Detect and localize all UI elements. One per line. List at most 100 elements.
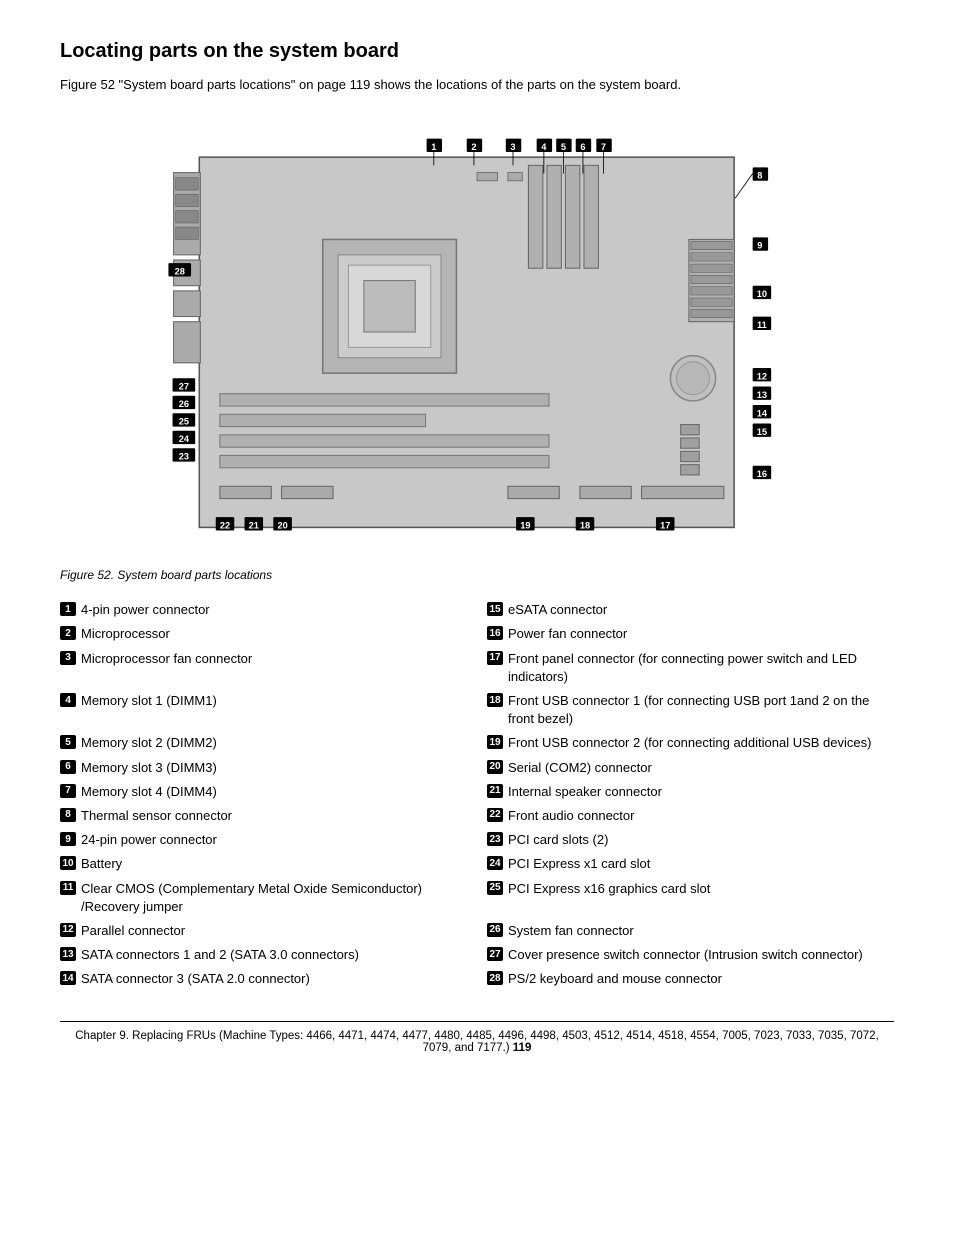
part-description: Front USB connector 1 (for connecting US… bbox=[508, 692, 894, 728]
svg-text:7: 7 bbox=[601, 142, 606, 152]
part-description: 24-pin power connector bbox=[81, 831, 217, 849]
part-item: 924-pin power connector bbox=[60, 828, 477, 852]
part-number: 22 bbox=[487, 808, 503, 822]
part-number: 8 bbox=[60, 808, 76, 822]
svg-text:20: 20 bbox=[277, 520, 287, 530]
part-item: 19 Front USB connector 2 (for connecting … bbox=[477, 731, 894, 755]
diagram-container: 1 2 3 4 5 6 7 8 28 27 26 25 bbox=[117, 116, 837, 558]
svg-text:11: 11 bbox=[757, 320, 767, 330]
part-item: 17 Front panel connector (for connecting … bbox=[477, 647, 894, 689]
part-description: Battery bbox=[81, 855, 122, 873]
page-title: Locating parts on the system board bbox=[60, 40, 894, 63]
svg-text:16: 16 bbox=[757, 469, 767, 479]
part-description: Memory slot 4 (DIMM4) bbox=[81, 783, 217, 801]
part-description: Power fan connector bbox=[508, 625, 627, 643]
part-item: 21 Internal speaker connector bbox=[477, 780, 894, 804]
part-description: Memory slot 2 (DIMM2) bbox=[81, 734, 217, 752]
part-description: SATA connector 3 (SATA 2.0 connector) bbox=[81, 970, 310, 988]
part-item: 18 Front USB connector 1 (for connecting … bbox=[477, 689, 894, 731]
svg-text:25: 25 bbox=[179, 417, 189, 427]
part-number: 11 bbox=[60, 881, 76, 895]
svg-text:9: 9 bbox=[757, 241, 762, 251]
part-number: 6 bbox=[60, 760, 76, 774]
part-number: 25 bbox=[487, 881, 503, 895]
part-item: 1 4-pin power connector bbox=[60, 598, 477, 622]
part-number: 19 bbox=[487, 735, 503, 749]
part-description: PCI card slots (2) bbox=[508, 831, 608, 849]
part-description: eSATA connector bbox=[508, 601, 607, 619]
part-number: 4 bbox=[60, 693, 76, 707]
part-item: 20 Serial (COM2) connector bbox=[477, 756, 894, 780]
svg-text:12: 12 bbox=[757, 371, 767, 381]
part-number: 2 bbox=[60, 626, 76, 640]
part-number: 27 bbox=[487, 947, 503, 961]
svg-text:13: 13 bbox=[757, 390, 767, 400]
part-item: 5 Memory slot 2 (DIMM2) bbox=[60, 731, 477, 755]
part-number: 16 bbox=[487, 626, 503, 640]
part-number: 24 bbox=[487, 856, 503, 870]
intro-text: Figure 52 "System board parts locations"… bbox=[60, 77, 894, 92]
svg-text:1: 1 bbox=[431, 142, 436, 152]
part-description: Cover presence switch connector (Intrusi… bbox=[508, 946, 863, 964]
part-item: 6 Memory slot 3 (DIMM3) bbox=[60, 756, 477, 780]
part-item: 12Parallel connector bbox=[60, 919, 477, 943]
part-description: Memory slot 3 (DIMM3) bbox=[81, 759, 217, 777]
part-number: 3 bbox=[60, 651, 76, 665]
svg-text:6: 6 bbox=[580, 142, 585, 152]
svg-text:4: 4 bbox=[541, 142, 547, 152]
part-number: 14 bbox=[60, 971, 76, 985]
svg-text:5: 5 bbox=[561, 142, 566, 152]
part-description: 4-pin power connector bbox=[81, 601, 210, 619]
figure-caption: Figure 52. System board parts locations bbox=[60, 568, 894, 582]
part-item: 26 System fan connector bbox=[477, 919, 894, 943]
part-description: Internal speaker connector bbox=[508, 783, 662, 801]
part-number: 26 bbox=[487, 923, 503, 937]
part-number: 17 bbox=[487, 651, 503, 665]
footer-page: 119 bbox=[513, 1042, 532, 1054]
svg-text:2: 2 bbox=[471, 142, 476, 152]
part-item: 8 Thermal sensor connector bbox=[60, 804, 477, 828]
svg-text:19: 19 bbox=[520, 520, 530, 530]
part-number: 13 bbox=[60, 947, 76, 961]
part-item: 7Memory slot 4 (DIMM4) bbox=[60, 780, 477, 804]
part-item: 25 PCI Express x16 graphics card slot bbox=[477, 877, 894, 919]
part-number: 1 bbox=[60, 602, 76, 616]
part-number: 23 bbox=[487, 832, 503, 846]
svg-text:8: 8 bbox=[757, 171, 762, 181]
part-number: 21 bbox=[487, 784, 503, 798]
part-item: 13SATA connectors 1 and 2 (SATA 3.0 conn… bbox=[60, 943, 477, 967]
part-number: 28 bbox=[487, 971, 503, 985]
svg-text:3: 3 bbox=[510, 142, 515, 152]
svg-text:17: 17 bbox=[660, 520, 670, 530]
part-description: Thermal sensor connector bbox=[81, 807, 232, 825]
part-item: 4Memory slot 1 (DIMM1) bbox=[60, 689, 477, 731]
svg-text:28: 28 bbox=[175, 266, 185, 276]
part-item: 14 SATA connector 3 (SATA 2.0 connector) bbox=[60, 967, 477, 991]
part-description: PCI Express x1 card slot bbox=[508, 855, 650, 873]
part-number: 18 bbox=[487, 693, 503, 707]
part-description: System fan connector bbox=[508, 922, 634, 940]
part-description: Front panel connector (for connecting po… bbox=[508, 650, 894, 686]
part-description: Front audio connector bbox=[508, 807, 634, 825]
part-item: 23 PCI card slots (2) bbox=[477, 828, 894, 852]
svg-text:26: 26 bbox=[179, 399, 189, 409]
part-description: Parallel connector bbox=[81, 922, 185, 940]
part-number: 5 bbox=[60, 735, 76, 749]
svg-text:18: 18 bbox=[580, 520, 590, 530]
parts-list: 1 4-pin power connector 15 eSATA connector 2… bbox=[60, 598, 894, 991]
part-item: 2 Microprocessor bbox=[60, 622, 477, 646]
part-item: 11Clear CMOS (Complementary Metal Oxide … bbox=[60, 877, 477, 919]
part-number: 15 bbox=[487, 602, 503, 616]
system-board-diagram: 1 2 3 4 5 6 7 8 28 27 26 25 bbox=[117, 116, 837, 558]
part-item: 16 Power fan connector bbox=[477, 622, 894, 646]
part-item: 22 Front audio connector bbox=[477, 804, 894, 828]
part-description: Microprocessor fan connector bbox=[81, 650, 252, 668]
part-number: 20 bbox=[487, 760, 503, 774]
part-description: Serial (COM2) connector bbox=[508, 759, 652, 777]
part-description: Front USB connector 2 (for connecting ad… bbox=[508, 734, 871, 752]
svg-text:22: 22 bbox=[220, 520, 230, 530]
svg-text:23: 23 bbox=[179, 452, 189, 462]
part-description: Microprocessor bbox=[81, 625, 170, 643]
part-description: PS/2 keyboard and mouse connector bbox=[508, 970, 722, 988]
part-description: PCI Express x16 graphics card slot bbox=[508, 880, 710, 898]
